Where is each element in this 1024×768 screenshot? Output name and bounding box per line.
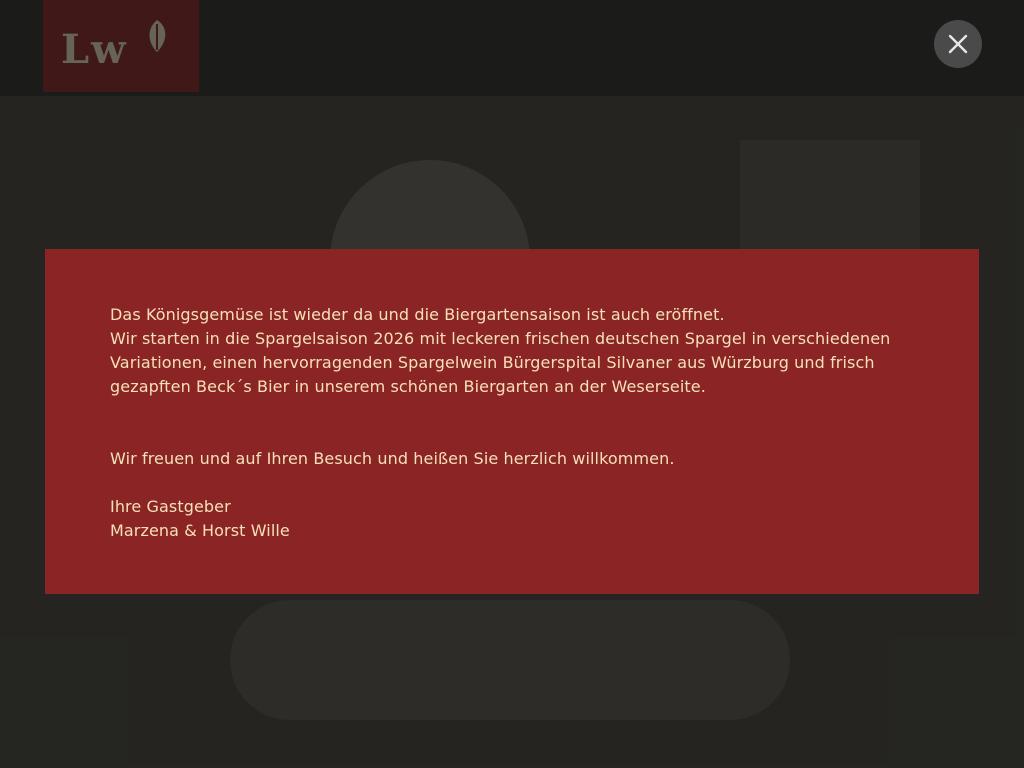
close-button[interactable] bbox=[934, 20, 982, 68]
announcement-intro: Das Königsgemüse ist wieder da und die B… bbox=[110, 305, 725, 324]
announcement-welcome: Wir freuen und auf Ihren Besuch und heiß… bbox=[110, 449, 675, 468]
signoff-label: Ihre Gastgeber bbox=[110, 497, 231, 516]
announcement-details: Wir starten in die Spargelsaison 2026 mi… bbox=[110, 329, 891, 396]
signoff-hosts: Marzena & Horst Wille bbox=[110, 521, 290, 540]
announcement-modal: Das Königsgemüse ist wieder da und die B… bbox=[45, 249, 979, 594]
announcement-content: Das Königsgemüse ist wieder da und die B… bbox=[110, 303, 914, 543]
close-icon bbox=[948, 34, 968, 54]
